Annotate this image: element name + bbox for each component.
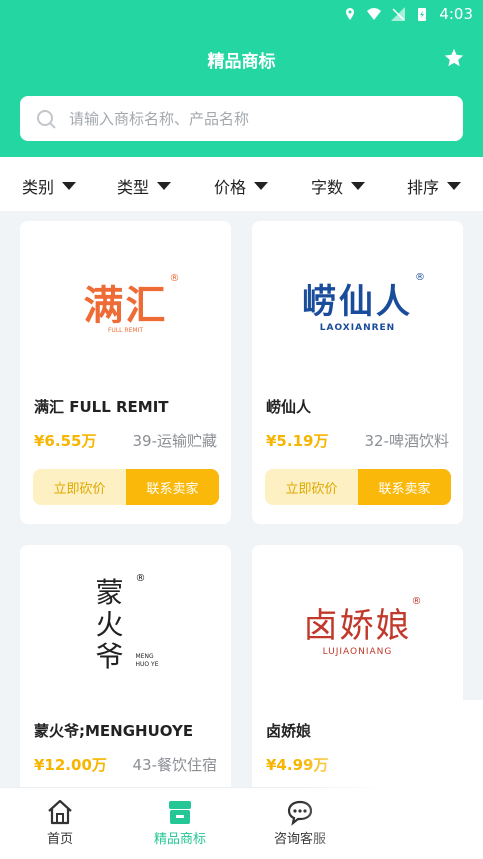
- search-placeholder: 请输入商标名称、产品名称: [69, 110, 250, 128]
- search-input[interactable]: 请输入商标名称、产品名称: [20, 96, 463, 141]
- store-icon: [169, 801, 191, 824]
- star-icon[interactable]: [443, 47, 465, 69]
- contact-seller-button[interactable]: 联系卖家: [358, 469, 451, 505]
- no-signal-icon: [391, 7, 406, 21]
- caret-down-icon: [254, 182, 269, 190]
- wifi-icon: [367, 8, 382, 20]
- bargain-button[interactable]: 立即砍价: [265, 469, 358, 505]
- logo-subtext: LUJIAONIANG: [322, 647, 393, 657]
- caret-down-icon: [447, 182, 462, 190]
- filter-category[interactable]: 类别: [22, 174, 77, 198]
- status-time: 4:03: [439, 5, 473, 23]
- tab-label: 精品商标: [153, 832, 206, 847]
- registered-mark-icon: ®: [411, 596, 422, 607]
- caret-down-icon: [351, 182, 366, 190]
- filter-label: 字数: [311, 178, 344, 197]
- tab-premium-trademarks[interactable]: 精品商标: [120, 788, 240, 859]
- trademark-logo: 卤娇娘 LUJIAONIANG ®: [252, 545, 463, 710]
- header: 4:03 精品商标 请输入商标名称、产品名称: [0, 0, 483, 157]
- registered-mark-icon: ®: [169, 273, 180, 284]
- logo-subtext: MENG HUO YE: [135, 652, 159, 668]
- trademark-card[interactable]: 蒙火爷 MENG HUO YE ® 蒙火爷;MENGHUOYE ¥12.00万 …: [20, 545, 231, 805]
- status-bar: 4:03: [343, 3, 473, 25]
- filter-label: 类型: [117, 178, 150, 197]
- trademark-category: 43-餐饮住宿: [132, 756, 218, 774]
- filter-sort[interactable]: 排序: [407, 174, 462, 198]
- trademark-logo: 崂仙人 LAOXIANREN ®: [252, 221, 463, 386]
- trademark-name: 卤娇娘: [266, 722, 312, 740]
- filter-type[interactable]: 类型: [117, 174, 172, 198]
- filter-label: 类别: [22, 178, 55, 197]
- filter-price[interactable]: 价格: [214, 174, 269, 198]
- bottom-tab-bar: 首页 精品商标 咨询客服: [0, 787, 483, 859]
- trademark-category: 39-运输贮藏: [132, 432, 218, 450]
- caret-down-icon: [62, 182, 77, 190]
- logo-text: 崂仙人: [302, 282, 413, 322]
- trademark-price: ¥12.00万: [34, 756, 107, 774]
- filter-bar: 类别 类型 价格 字数 排序: [0, 157, 483, 211]
- tab-customer-service[interactable]: 咨询客服: [240, 788, 360, 859]
- contact-seller-button[interactable]: 联系卖家: [126, 469, 219, 505]
- bargain-button[interactable]: 立即砍价: [33, 469, 126, 505]
- trademark-price: ¥4.99万: [266, 756, 329, 774]
- registered-mark-icon: ®: [135, 572, 146, 584]
- trademark-logo: 满汇 FULL REMIT ®: [20, 221, 231, 386]
- card-actions: 立即砍价 联系卖家: [33, 469, 219, 505]
- trademark-card[interactable]: 崂仙人 LAOXIANREN ® 崂仙人 ¥5.19万 32-啤酒饮料 立即砍价…: [252, 221, 463, 524]
- logo-text: 蒙火爷: [95, 575, 124, 673]
- trademark-logo: 蒙火爷 MENG HUO YE ®: [20, 545, 231, 710]
- trademark-name: 崂仙人: [266, 398, 312, 416]
- filter-label: 价格: [214, 178, 247, 197]
- chat-icon: [287, 800, 313, 826]
- tab-label: 咨询客服: [273, 832, 326, 847]
- filter-label: 排序: [407, 178, 440, 197]
- registered-mark-icon: ®: [415, 272, 425, 283]
- card-actions: 立即砍价 联系卖家: [265, 469, 451, 505]
- page-title: 精品商标: [207, 52, 276, 72]
- logo-text: 满汇: [83, 283, 168, 329]
- logo-text: 卤娇娘: [303, 606, 412, 646]
- trademark-card[interactable]: 卤娇娘 LUJIAONIANG ® 卤娇娘 ¥4.99万: [252, 545, 463, 805]
- trademark-price: ¥6.55万: [34, 432, 97, 450]
- trademark-category: 32-啤酒饮料: [364, 432, 450, 450]
- filter-word-count[interactable]: 字数: [311, 174, 366, 198]
- tab-home[interactable]: 首页: [0, 788, 120, 859]
- home-icon: [48, 799, 72, 825]
- trademark-name: 满汇 FULL REMIT: [34, 398, 169, 416]
- caret-down-icon: [157, 182, 172, 190]
- location-icon: [346, 8, 355, 20]
- search-icon: [37, 109, 56, 129]
- trademark-name: 蒙火爷;MENGHUOYE: [34, 722, 194, 740]
- logo-subtext: LAOXIANREN: [319, 323, 396, 333]
- trademark-card[interactable]: 满汇 FULL REMIT ® 满汇 FULL REMIT ¥6.55万 39-…: [20, 221, 231, 524]
- tab-label: 首页: [46, 832, 73, 847]
- battery-icon: [418, 8, 427, 21]
- trademark-price: ¥5.19万: [266, 432, 329, 450]
